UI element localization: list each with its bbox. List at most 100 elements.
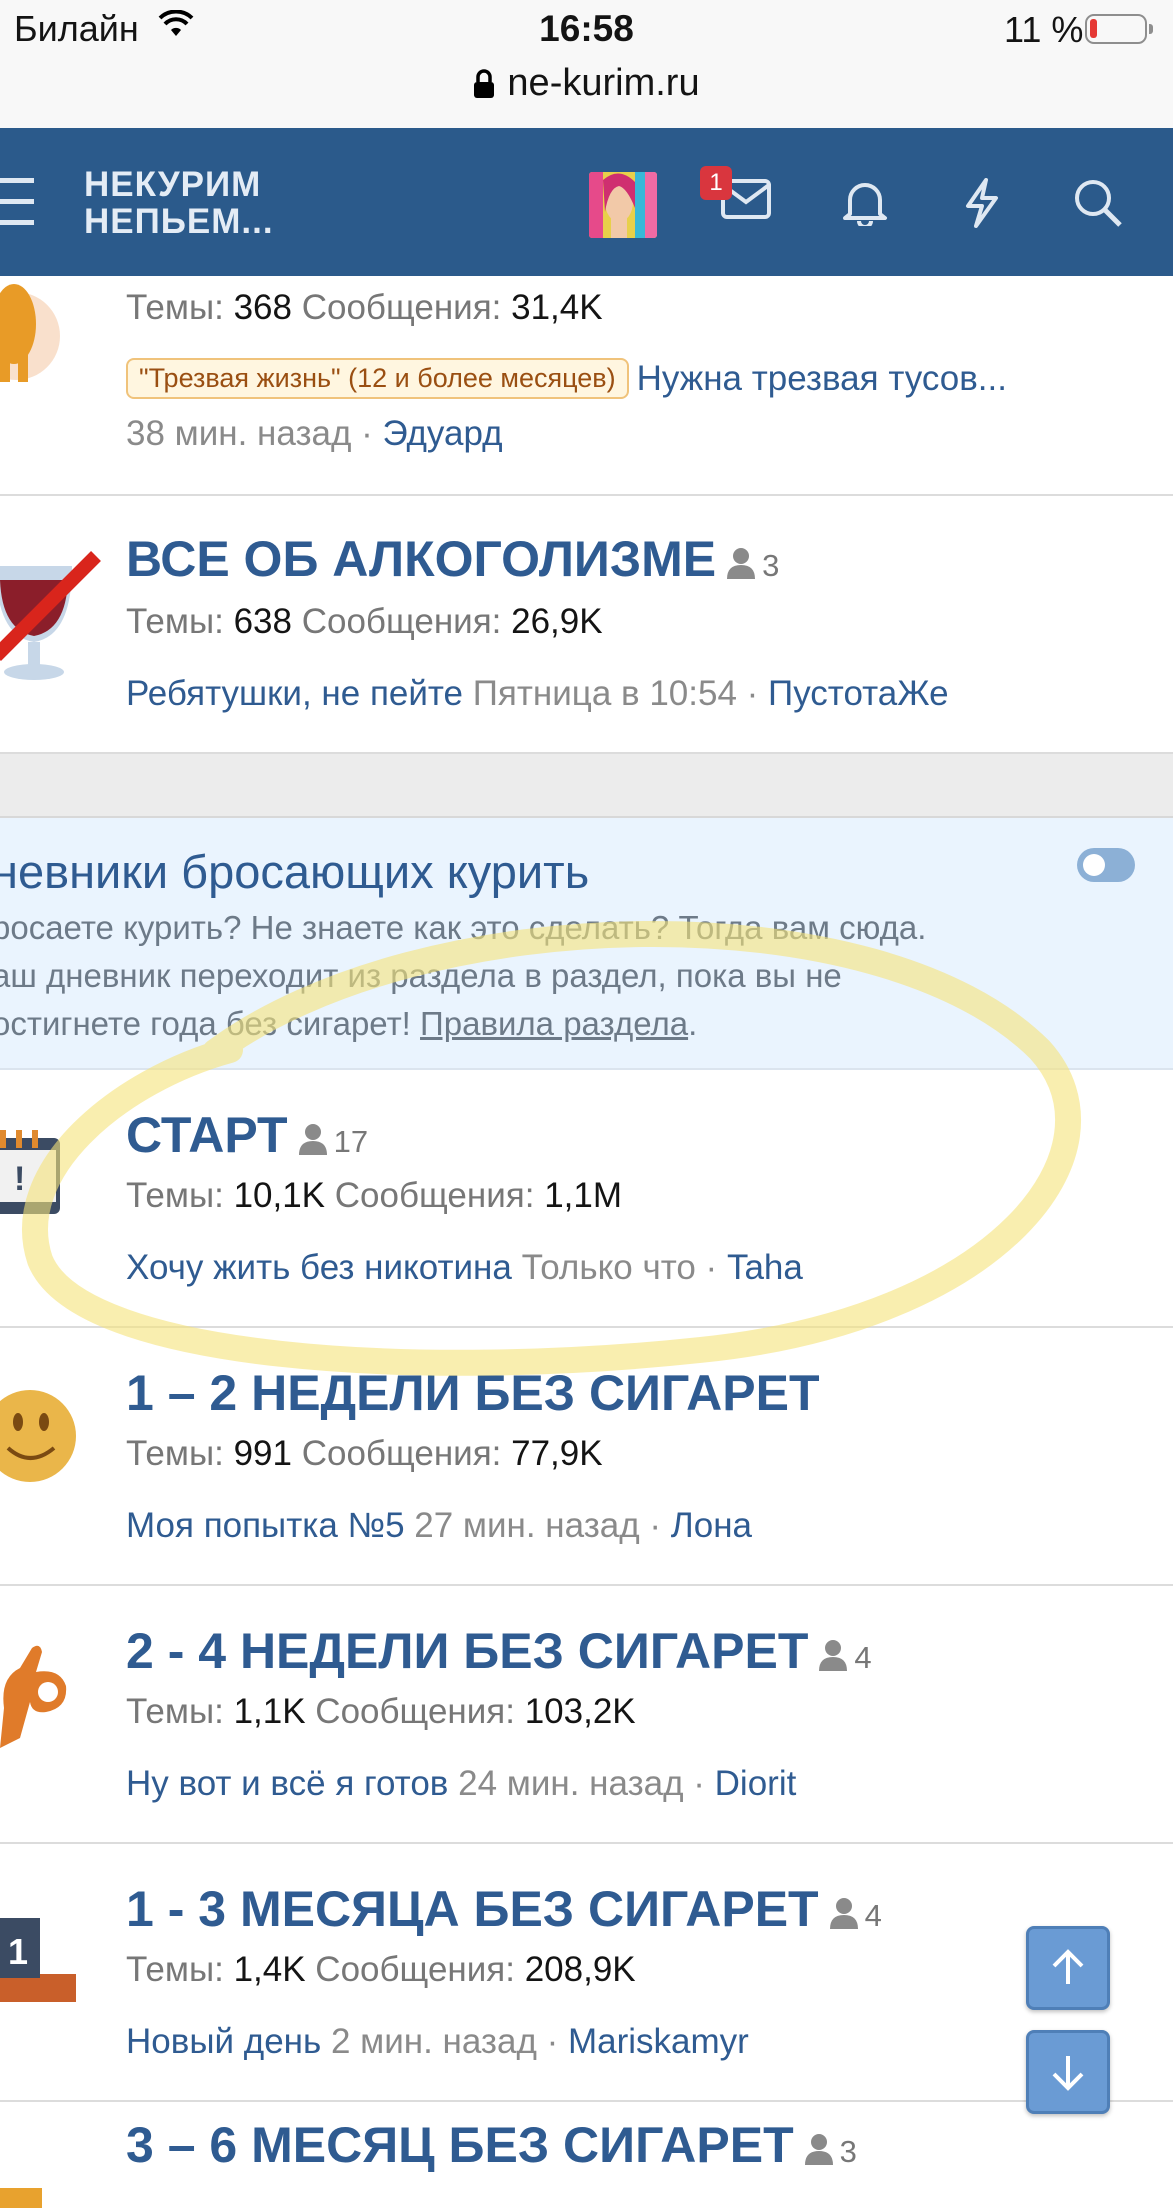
- user-icon: [727, 548, 756, 579]
- forum-title[interactable]: 1 - 3 МЕСЯЦА БЕЗ СИГАРЕТ 4: [126, 1880, 882, 1938]
- forum-users: 3: [726, 548, 779, 583]
- last-thread-link[interactable]: Нужна трезвая тусов...: [637, 359, 1007, 398]
- arrow-down-icon: [1052, 2056, 1084, 2091]
- last-post: Моя попытка №5 27 мин. назад · Лона: [126, 1506, 753, 1545]
- forum-stats: Темы: 638 Сообщения: 26,9K: [126, 602, 603, 641]
- no-alcohol-icon: [0, 551, 101, 680]
- logo-line1: НЕКУРИМ: [84, 165, 262, 204]
- messages-count: 208,9K: [524, 1950, 636, 1989]
- messages-count: 103,2K: [524, 1692, 636, 1731]
- last-time: 38 мин. назад: [126, 414, 352, 453]
- section-gap: [0, 754, 1173, 818]
- menu-icon[interactable]: [0, 176, 36, 228]
- thread-prefix[interactable]: "Трезвая жизнь" (12 и более месяцев): [126, 358, 629, 399]
- forum-title[interactable]: СТАРТ 17: [126, 1106, 368, 1164]
- messages-count: 1,1M: [544, 1176, 622, 1215]
- last-user-link[interactable]: ПустотаЖе: [768, 674, 949, 713]
- last-post: "Трезвая жизнь" (12 и более месяцев) Нужн…: [126, 358, 1007, 399]
- last-time: 27 мин. назад: [414, 1506, 640, 1545]
- forum-icon: [0, 2188, 42, 2208]
- ok-hand-icon: [0, 1645, 67, 1748]
- last-user-link[interactable]: Taha: [727, 1248, 803, 1287]
- forum-stats: Темы: 368 Сообщения: 31,4K: [126, 288, 603, 327]
- inbox-badge: 1: [700, 166, 732, 200]
- lock-icon: [474, 69, 495, 98]
- last-thread-link[interactable]: Хочу жить без никотина: [126, 1248, 512, 1287]
- site-header: НЕКУРИМ НЕПЬЕМ... 1: [0, 128, 1173, 276]
- smiley-icon: [0, 1390, 76, 1482]
- category-collapse-toggle[interactable]: [1077, 848, 1135, 882]
- forum-row[interactable]: ! СТАРТ 17 Темы: 10,1K Сообщения: 1,1M Хо…: [0, 1070, 1173, 1328]
- arrow-up-icon: [1052, 1949, 1084, 1984]
- last-thread-link[interactable]: Ну вот и всё я готов: [126, 1764, 448, 1803]
- calendar-alert-icon: !: [0, 1130, 60, 1214]
- messages-count: 77,9K: [511, 1434, 603, 1473]
- last-post: Новый день 2 мин. назад · Mariskamyr: [126, 2022, 749, 2061]
- category-header: невники бросающих курить росаете курить?…: [0, 818, 1173, 1070]
- forum-stats: Темы: 991 Сообщения: 77,9K: [126, 1434, 603, 1473]
- forum-stats: Темы: 10,1K Сообщения: 1,1M: [126, 1176, 622, 1215]
- last-thread-link[interactable]: Новый день: [126, 2022, 321, 2061]
- threads-count: 368: [233, 288, 292, 327]
- battery-icon: [1085, 14, 1153, 44]
- last-user-link[interactable]: Лона: [671, 1506, 752, 1545]
- forum-row[interactable]: Темы: 368 Сообщения: 31,4K "Трезвая жизн…: [0, 276, 1173, 496]
- forum-users: 3: [804, 2134, 857, 2169]
- forum-users: 4: [829, 1898, 882, 1933]
- forum-row[interactable]: 1 1 - 3 МЕСЯЦА БЕЗ СИГАРЕТ 4 Темы: 1,4K С…: [0, 1844, 1173, 2102]
- forum-users: 17: [298, 1124, 368, 1159]
- forum-title[interactable]: 1 – 2 НЕДЕЛИ БЕЗ СИГАРЕТ: [126, 1364, 820, 1422]
- svg-text:1: 1: [8, 1931, 28, 1972]
- rules-link[interactable]: Правила раздела: [420, 1005, 688, 1042]
- clock: 16:58: [539, 8, 634, 49]
- svg-text:!: !: [14, 1160, 25, 1198]
- last-thread-link[interactable]: Моя попытка №5: [126, 1506, 405, 1545]
- forum-row[interactable]: 2 - 4 НЕДЕЛИ БЕЗ СИГАРЕТ 4 Темы: 1,1K Соо…: [0, 1586, 1173, 1844]
- address-bar[interactable]: ne-kurim.ru: [0, 62, 1173, 105]
- messages-count: 31,4K: [511, 288, 603, 327]
- forum-title[interactable]: 2 - 4 НЕДЕЛИ БЕЗ СИГАРЕТ 4: [126, 1622, 872, 1680]
- last-user-link[interactable]: Эдуард: [383, 414, 503, 453]
- user-icon: [804, 2134, 833, 2165]
- avatar[interactable]: [589, 172, 657, 238]
- threads-count: 10,1K: [233, 1176, 326, 1215]
- last-time: 2 мин. назад: [330, 2022, 537, 2061]
- threads-count: 638: [233, 602, 292, 641]
- forum-icon: [0, 284, 60, 382]
- forum-stats: Темы: 1,1K Сообщения: 103,2K: [126, 1692, 636, 1731]
- category-title[interactable]: невники бросающих курить: [0, 844, 589, 899]
- url-text: ne-kurim.ru: [507, 62, 700, 104]
- forum-users: 4: [818, 1640, 872, 1675]
- bell-icon[interactable]: [842, 178, 888, 226]
- scroll-top-button[interactable]: [1026, 1926, 1110, 2010]
- forum-row[interactable]: 3 – 6 МЕСЯЦ БЕЗ СИГАРЕТ 3: [0, 2102, 1173, 2208]
- podium-icon: 1: [0, 1918, 76, 2002]
- last-user-link[interactable]: Diorit: [715, 1764, 797, 1803]
- messages-count: 26,9K: [511, 602, 603, 641]
- last-post: Ну вот и всё я готов 24 мин. назад · Dio…: [126, 1764, 797, 1803]
- last-time: Пятница в 10:54: [472, 674, 737, 713]
- last-time: Только что: [521, 1248, 696, 1287]
- scroll-bottom-button[interactable]: [1026, 2030, 1110, 2114]
- forum-row[interactable]: ВСЕ ОБ АЛКОГОЛИЗМЕ 3 Темы: 638 Сообщения:…: [0, 494, 1173, 754]
- last-user-link[interactable]: Mariskamyr: [568, 2022, 749, 2061]
- last-post-meta: 38 мин. назад · Эдуард: [126, 414, 503, 453]
- forum-title[interactable]: ВСЕ ОБ АЛКОГОЛИЗМЕ 3: [126, 530, 779, 588]
- threads-count: 1,1K: [233, 1692, 306, 1731]
- threads-count: 991: [233, 1434, 292, 1473]
- last-post: Ребятушки, не пейте Пятница в 10:54 · Пу…: [126, 674, 949, 713]
- lightning-icon[interactable]: [962, 178, 1002, 228]
- logo-line2: НЕПЬЕМ...: [84, 202, 274, 241]
- user-icon: [829, 1898, 858, 1929]
- forum-row[interactable]: 1 – 2 НЕДЕЛИ БЕЗ СИГАРЕТ Темы: 991 Сообщ…: [0, 1328, 1173, 1586]
- category-description: росаете курить? Не знаете как это сделат…: [0, 909, 927, 1042]
- last-post: Хочу жить без никотина Только что · Taha: [126, 1248, 803, 1287]
- site-logo[interactable]: НЕКУРИМ НЕПЬЕМ...: [84, 166, 274, 240]
- forum-title[interactable]: 3 – 6 МЕСЯЦ БЕЗ СИГАРЕТ 3: [126, 2116, 857, 2174]
- search-icon[interactable]: [1073, 178, 1123, 228]
- threads-count: 1,4K: [233, 1950, 306, 1989]
- last-thread-link[interactable]: Ребятушки, не пейте: [126, 674, 463, 713]
- last-time: 24 мин. назад: [458, 1764, 684, 1803]
- user-icon: [819, 1640, 848, 1671]
- forum-stats: Темы: 1,4K Сообщения: 208,9K: [126, 1950, 636, 1989]
